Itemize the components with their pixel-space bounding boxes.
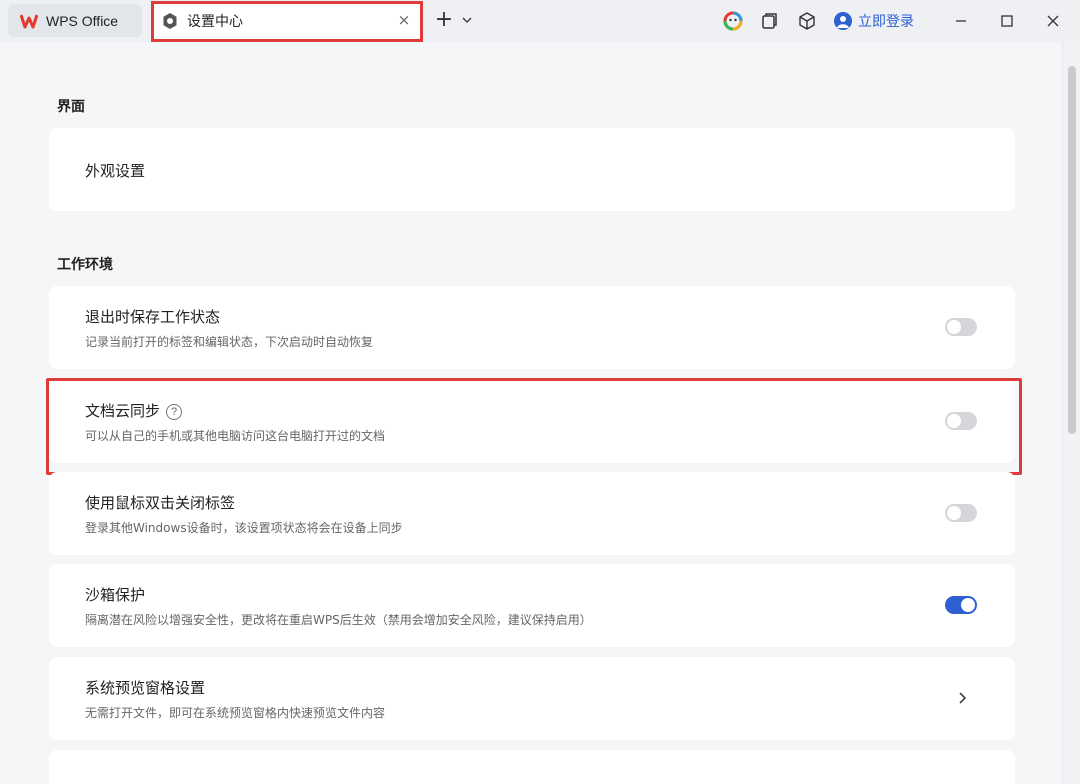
setting-row-save-state: 退出时保存工作状态 记录当前打开的标签和编辑状态，下次启动时自动恢复 bbox=[49, 286, 1015, 369]
setting-description: 可以从自己的手机或其他电脑访问这台电脑打开过的文档 bbox=[85, 429, 386, 443]
tab-settings-center[interactable]: 设置中心 × bbox=[153, 2, 421, 40]
chevron-down-icon[interactable] bbox=[460, 13, 474, 27]
setting-row-double-click-close: 使用鼠标双击关闭标签 登录其他Windows设备时，该设置项状态将会在设备上同步 bbox=[49, 472, 1015, 555]
save-state-toggle[interactable] bbox=[945, 318, 977, 336]
setting-row-next bbox=[49, 750, 1015, 784]
setting-row-preview-pane[interactable]: 系统预览窗格设置 无需打开文件，即可在系统预览窗格内快速预览文件内容 bbox=[49, 657, 1015, 740]
cloud-sync-title: 文档云同步 bbox=[85, 402, 161, 420]
chevron-right-icon[interactable] bbox=[955, 691, 969, 705]
new-tab-button[interactable]: + bbox=[432, 9, 456, 33]
maximize-icon bbox=[1001, 15, 1013, 27]
vertical-scrollbar[interactable] bbox=[1062, 42, 1080, 784]
setting-row-cloud-sync: 文档云同步? 可以从自己的手机或其他电脑访问这台电脑打开过的文档 bbox=[49, 380, 1015, 463]
setting-description: 无需打开文件，即可在系统预览窗格内快速预览文件内容 bbox=[85, 706, 386, 720]
close-icon bbox=[1047, 15, 1059, 27]
close-window-button[interactable] bbox=[1038, 6, 1068, 36]
cloud-sync-toggle[interactable] bbox=[945, 412, 977, 430]
setting-title: 退出时保存工作状态 bbox=[85, 308, 221, 326]
scrollbar-thumb[interactable] bbox=[1068, 66, 1076, 434]
maximize-button[interactable] bbox=[992, 6, 1022, 36]
tab-wps-office[interactable]: WPS Office bbox=[8, 4, 142, 37]
close-tab-icon[interactable]: × bbox=[395, 11, 413, 29]
title-bar: WPS Office 设置中心 × + 立即登录 bbox=[0, 0, 1080, 42]
setting-title: 使用鼠标双击关闭标签 bbox=[85, 494, 236, 512]
login-label: 立即登录 bbox=[858, 14, 914, 30]
window-layout-icon[interactable] bbox=[758, 10, 780, 32]
settings-gear-icon bbox=[163, 13, 177, 29]
tab-settings-center-label: 设置中心 bbox=[187, 14, 243, 30]
double-click-close-toggle[interactable] bbox=[945, 504, 977, 522]
appearance-settings-card[interactable]: 外观设置 bbox=[49, 128, 1015, 211]
appearance-settings-title: 外观设置 bbox=[85, 162, 146, 180]
minimize-icon bbox=[956, 20, 966, 22]
setting-title: 文档云同步? bbox=[85, 400, 183, 421]
setting-description: 记录当前打开的标签和编辑状态，下次启动时自动恢复 bbox=[85, 335, 374, 349]
setting-description: 隔离潜在风险以增强安全性，更改将在重启WPS后生效（禁用会增加安全风险，建议保持… bbox=[85, 613, 592, 627]
minimize-button[interactable] bbox=[946, 6, 976, 36]
sandbox-toggle[interactable] bbox=[945, 596, 977, 614]
setting-row-sandbox: 沙箱保护 隔离潜在风险以增强安全性，更改将在重启WPS后生效（禁用会增加安全风险… bbox=[49, 564, 1015, 647]
setting-title: 沙箱保护 bbox=[85, 586, 146, 604]
cube-icon[interactable] bbox=[796, 10, 818, 32]
wps-logo-icon bbox=[20, 14, 38, 28]
login-button[interactable]: 立即登录 bbox=[834, 9, 914, 33]
user-avatar-icon bbox=[834, 12, 852, 30]
setting-description: 登录其他Windows设备时，该设置项状态将会在设备上同步 bbox=[85, 521, 403, 535]
tab-wps-office-label: WPS Office bbox=[46, 12, 119, 29]
setting-title: 系统预览窗格设置 bbox=[85, 679, 206, 697]
section-title-workspace: 工作环境 bbox=[57, 257, 113, 273]
ai-assistant-icon[interactable] bbox=[722, 10, 744, 32]
help-icon[interactable]: ? bbox=[166, 404, 183, 420]
section-title-interface: 界面 bbox=[57, 99, 85, 115]
